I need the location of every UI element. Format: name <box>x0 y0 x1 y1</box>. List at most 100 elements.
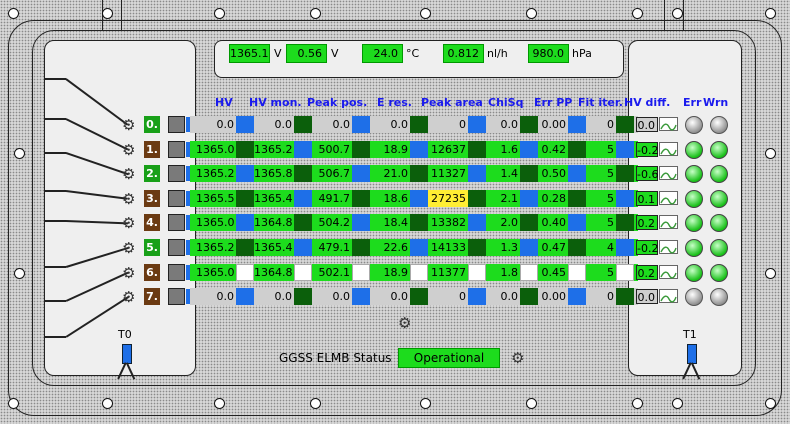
trend-icon[interactable] <box>659 141 678 156</box>
channel-number[interactable]: 4. <box>144 214 160 232</box>
channel-err-pp-value: 0.50 <box>541 167 567 181</box>
channel-status-square <box>468 214 486 232</box>
settings-gear-icon[interactable]: ⚙ <box>398 316 411 331</box>
channel-fit-iter-value: 5 <box>607 191 614 205</box>
hv-supply-value: 1365.1 <box>229 44 270 63</box>
channel-status-square <box>410 140 428 158</box>
header-wrn: Wrn <box>703 96 729 109</box>
channel-select-button[interactable] <box>168 214 185 232</box>
left-panel <box>44 40 196 376</box>
channel-select-button[interactable] <box>168 189 185 207</box>
channel-select-button[interactable] <box>168 140 185 158</box>
temperature-value: 24.0 <box>362 44 403 63</box>
channel-row: 1365.0 1364.8 504.2 18.4 13382 2.0 0.40 5 <box>190 214 638 232</box>
channel-gear-icon[interactable]: ⚙ <box>122 191 135 207</box>
channel-chisq-value: 1.3 <box>500 241 519 254</box>
channel-number[interactable]: 6. <box>144 263 160 281</box>
channel-number[interactable]: 0. <box>144 116 160 133</box>
trend-icon[interactable] <box>659 240 678 254</box>
mounting-hole <box>672 398 683 409</box>
channel-status-square <box>520 116 538 133</box>
channel-status-square <box>294 263 312 281</box>
channel-status-square <box>616 165 634 183</box>
channel-gear-icon[interactable]: ⚙ <box>122 265 135 281</box>
channel-peak-pos-value: 502.1 <box>318 265 351 279</box>
ggss-elmb-panel: 1365.1 V 0.56 V 24.0 °C 0.812 nl/h 980.0… <box>0 0 790 424</box>
header-e-res: E res. <box>377 96 412 109</box>
mounting-hole <box>102 398 113 409</box>
trend-icon[interactable] <box>659 215 678 230</box>
channel-chisq-value: 2.0 <box>500 216 519 230</box>
channel-select-button[interactable] <box>168 116 185 133</box>
channel-hv-value: 1365.2 <box>196 241 235 254</box>
channel-number[interactable]: 5. <box>144 239 160 256</box>
channel-status-square <box>410 263 428 281</box>
channel-select-button[interactable] <box>168 239 185 256</box>
mounting-hole <box>420 8 431 19</box>
channel-peak-pos-value: 479.1 <box>318 241 351 254</box>
channel-gear-icon[interactable]: ⚙ <box>122 142 135 158</box>
channel-fit-iter-value: 5 <box>607 167 614 181</box>
mounting-hole <box>8 8 19 19</box>
channel-hv-mon-value: 1364.8 <box>254 265 293 279</box>
trend-icon[interactable] <box>659 289 678 304</box>
channel-select-button[interactable] <box>168 288 185 306</box>
channel-number[interactable]: 3. <box>144 189 160 207</box>
channel-chisq-value: 2.1 <box>500 191 519 205</box>
header-peak-pos: Peak pos. <box>307 96 368 109</box>
flow-value: 0.812 <box>443 44 484 63</box>
header-fit-iter: Fit iter. <box>578 96 623 109</box>
channel-hv-diff-value: -0.6 <box>636 166 659 182</box>
channel-err-pp-value: 0.47 <box>541 241 567 254</box>
channel-number[interactable]: 7. <box>144 288 160 306</box>
wire-stub <box>44 220 66 222</box>
channel-status-square <box>294 116 312 133</box>
channel-row: 1365.2 1365.4 479.1 22.6 14133 1.3 0.47 4 <box>190 239 638 256</box>
channel-gear-icon[interactable]: ⚙ <box>122 216 135 231</box>
sensor-t0-icon[interactable] <box>122 344 132 364</box>
channel-fit-iter-value: 4 <box>607 241 614 254</box>
channel-status-square <box>568 288 586 306</box>
lv-supply-value: 0.56 <box>286 44 327 63</box>
channel-status-square <box>568 239 586 256</box>
channel-status-square <box>520 239 538 256</box>
channel-hv-value: 1365.0 <box>196 216 235 230</box>
channel-peak-pos-value: 491.7 <box>318 191 351 205</box>
channel-gear-icon[interactable]: ⚙ <box>122 241 135 256</box>
channel-select-button[interactable] <box>168 165 185 183</box>
channel-status-square <box>352 214 370 232</box>
channel-row: 0.0 0.0 0.0 0.0 0 0.0 0.00 0 <box>190 288 638 306</box>
wire-stub <box>44 78 66 80</box>
channel-row: 1365.2 1365.8 506.7 21.0 11327 1.4 0.50 5 <box>190 165 638 183</box>
channel-gear-icon[interactable]: ⚙ <box>122 167 135 182</box>
channel-status-square <box>468 116 486 133</box>
channel-hv-diff-value: -0.2 <box>636 141 659 157</box>
channel-hv-value: 0.0 <box>216 290 235 304</box>
channel-status-square <box>568 165 586 183</box>
channel-gear-icon[interactable]: ⚙ <box>122 118 135 133</box>
channel-status-square <box>568 263 586 281</box>
channel-gear-icon[interactable]: ⚙ <box>122 290 135 305</box>
channel-select-button[interactable] <box>168 263 185 281</box>
trend-icon[interactable] <box>659 190 678 205</box>
channel-status-square <box>468 263 486 281</box>
channel-peak-pos-value: 0.0 <box>332 290 351 304</box>
channel-chisq-value: 1.8 <box>500 265 519 279</box>
channel-fit-iter-value: 5 <box>607 142 614 156</box>
channel-peak-area-value: 11327 <box>431 167 466 181</box>
pressure-value: 980.0 <box>528 44 569 63</box>
channel-row: 1365.0 1364.8 502.1 18.9 11377 1.8 0.45 5 <box>190 263 638 281</box>
trend-icon[interactable] <box>659 264 678 279</box>
trend-icon[interactable] <box>659 117 678 131</box>
mounting-hole <box>214 8 225 19</box>
mounting-hole <box>526 8 537 19</box>
channel-status-square <box>468 165 486 183</box>
trend-icon[interactable] <box>659 166 678 181</box>
status-gear-icon[interactable]: ⚙ <box>511 351 524 366</box>
channel-number[interactable]: 2. <box>144 165 160 183</box>
channel-number[interactable]: 1. <box>144 140 160 158</box>
sensor-t1-icon[interactable] <box>687 344 697 364</box>
error-led <box>685 189 703 208</box>
channel-status-square <box>468 189 486 207</box>
header-err-pp: Err PP <box>534 96 573 109</box>
